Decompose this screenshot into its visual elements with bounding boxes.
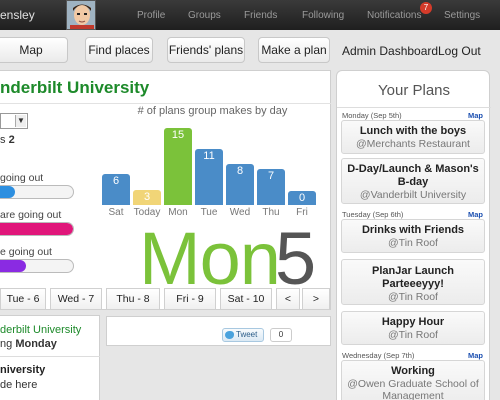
- going-day: Monday: [15, 338, 57, 350]
- plan-location: @Tin Roof: [388, 329, 438, 341]
- progress-bar-3: [0, 259, 74, 273]
- progress-fill-3: [0, 260, 26, 272]
- group-name-link[interactable]: derbilt University: [0, 324, 81, 336]
- day-tabs: Tue - 6 Wed - 7 Thu - 8 Fri - 9 Sat - 10…: [0, 288, 331, 310]
- chart-value-label: 7: [267, 170, 275, 183]
- chart-value-label: 3: [143, 190, 151, 203]
- tab-fri[interactable]: Fri - 9: [164, 288, 216, 310]
- plans-day-wednesday: Wednesday (Sep 7th): [342, 351, 415, 360]
- nav-profile[interactable]: Profile: [137, 10, 165, 21]
- plans-day-tuesday: Tuesday (Sep 6th): [342, 210, 404, 219]
- chart-title: # of plans group makes by day: [137, 105, 288, 117]
- chart-value-label: 15: [171, 129, 185, 141]
- chart-value-label: 11: [203, 149, 215, 162]
- stat-line: s 2: [0, 134, 15, 146]
- tweet-button[interactable]: Tweet: [222, 328, 264, 342]
- plan-card[interactable]: Working @Owen Graduate School of Managem…: [341, 360, 485, 400]
- university-subtext: de here: [0, 379, 38, 391]
- nav-groups[interactable]: Groups: [188, 10, 221, 21]
- filter-select[interactable]: ▼: [0, 113, 28, 129]
- progress-fill-1: [0, 186, 15, 198]
- chart-value-label: 0: [298, 192, 306, 204]
- chart-category-label: Sat: [108, 207, 124, 218]
- plan-name: Drinks with Friends: [361, 224, 465, 236]
- username[interactable]: ensley: [0, 8, 35, 22]
- chevron-down-icon: ▼: [15, 115, 26, 127]
- tab-sat[interactable]: Sat - 10: [220, 288, 272, 310]
- plans-title: Your Plans: [378, 82, 450, 99]
- plan-location: @Tin Roof: [388, 237, 438, 249]
- selected-day-display: Mon: [139, 217, 281, 300]
- progress-bar-1: [0, 185, 74, 199]
- plan-location: @Owen Graduate School of Management: [347, 378, 479, 400]
- bar-label-3: e going out: [0, 246, 52, 258]
- plans-map-link-wednesday[interactable]: Map: [468, 351, 483, 360]
- plan-location: @Merchants Restaurant: [356, 138, 470, 150]
- bar-label-1: going out: [0, 172, 44, 184]
- chart-value-label: 6: [112, 175, 120, 188]
- tab-wed[interactable]: Wed - 7: [50, 288, 102, 310]
- plan-card[interactable]: PlanJar Launch Parteeeyyy! @Tin Roof: [341, 259, 485, 305]
- prev-days-button[interactable]: <: [276, 288, 300, 310]
- admin-dashboard-link[interactable]: Admin Dashboard: [342, 44, 438, 58]
- nav-notifications[interactable]: Notifications: [367, 10, 421, 21]
- plan-card[interactable]: Lunch with the boys @Merchants Restauran…: [341, 120, 485, 154]
- make-plan-button[interactable]: Make a plan: [258, 37, 330, 63]
- plan-name: Working: [391, 365, 435, 377]
- find-places-button[interactable]: Find places: [85, 37, 153, 63]
- group-info-panel: derbilt University ng Monday niversity d…: [0, 315, 100, 400]
- panel-divider: [0, 356, 100, 357]
- university-title[interactable]: nderbilt University: [0, 78, 149, 98]
- plans-map-link-monday[interactable]: Map: [468, 111, 483, 120]
- tab-thu[interactable]: Thu - 8: [106, 288, 160, 310]
- going-day-text: ng Monday: [0, 338, 57, 350]
- next-days-button[interactable]: >: [302, 288, 330, 310]
- twitter-bird-icon: [225, 331, 234, 339]
- tweet-count: 0: [270, 328, 292, 342]
- avatar-face-icon: [67, 1, 95, 29]
- progress-bar-2: [0, 222, 74, 236]
- plan-location: @Vanderbilt University: [359, 189, 467, 201]
- chart-value-label: 8: [236, 164, 244, 177]
- progress-fill-2: [0, 223, 73, 235]
- plans-day-monday: Monday (Sep 5th): [342, 111, 402, 120]
- plan-name: D-Day/Launch & Mason's B-day: [347, 163, 479, 188]
- plans-by-day-chart: # of plans group makes by day 6 Sat 3 Today…: [100, 100, 325, 225]
- bar-label-2: are going out: [0, 209, 62, 221]
- map-button[interactable]: Map: [0, 37, 68, 63]
- plan-card[interactable]: Drinks with Friends @Tin Roof: [341, 219, 485, 253]
- friends-plans-button[interactable]: Friends' plans: [167, 37, 245, 63]
- selected-day-count: 5: [275, 217, 317, 300]
- stat-value: 2: [8, 134, 15, 146]
- tweet-label: Tweet: [236, 330, 258, 339]
- plan-name: Happy Hour: [381, 316, 445, 328]
- nav-friends[interactable]: Friends: [244, 10, 277, 21]
- top-nav-bar: ensley Profile Groups Friends Following …: [0, 0, 500, 30]
- stat-label: s: [0, 134, 6, 146]
- social-share-panel: Tweet 0: [106, 316, 331, 346]
- plan-card[interactable]: Happy Hour @Tin Roof: [341, 311, 485, 345]
- logout-link[interactable]: Log Out: [438, 44, 481, 58]
- your-plans-panel: Your Plans Monday (Sep 5th) Map Lunch wi…: [336, 70, 491, 400]
- plan-card[interactable]: D-Day/Launch & Mason's B-day @Vanderbilt…: [341, 158, 485, 204]
- plans-map-link-tuesday[interactable]: Map: [468, 210, 483, 219]
- plans-title-divider: [337, 107, 491, 108]
- university-heading: niversity: [0, 364, 46, 376]
- tab-tue[interactable]: Tue - 6: [0, 288, 46, 310]
- going-prefix: ng: [0, 338, 13, 350]
- nav-following[interactable]: Following: [302, 10, 344, 21]
- plan-location: @Tin Roof: [388, 291, 438, 303]
- avatar[interactable]: [66, 0, 96, 30]
- notification-badge[interactable]: 7: [420, 2, 432, 14]
- plan-name: PlanJar Launch Parteeeyyy!: [372, 265, 454, 290]
- plan-name: Lunch with the boys: [359, 125, 467, 137]
- nav-settings[interactable]: Settings: [444, 10, 480, 21]
